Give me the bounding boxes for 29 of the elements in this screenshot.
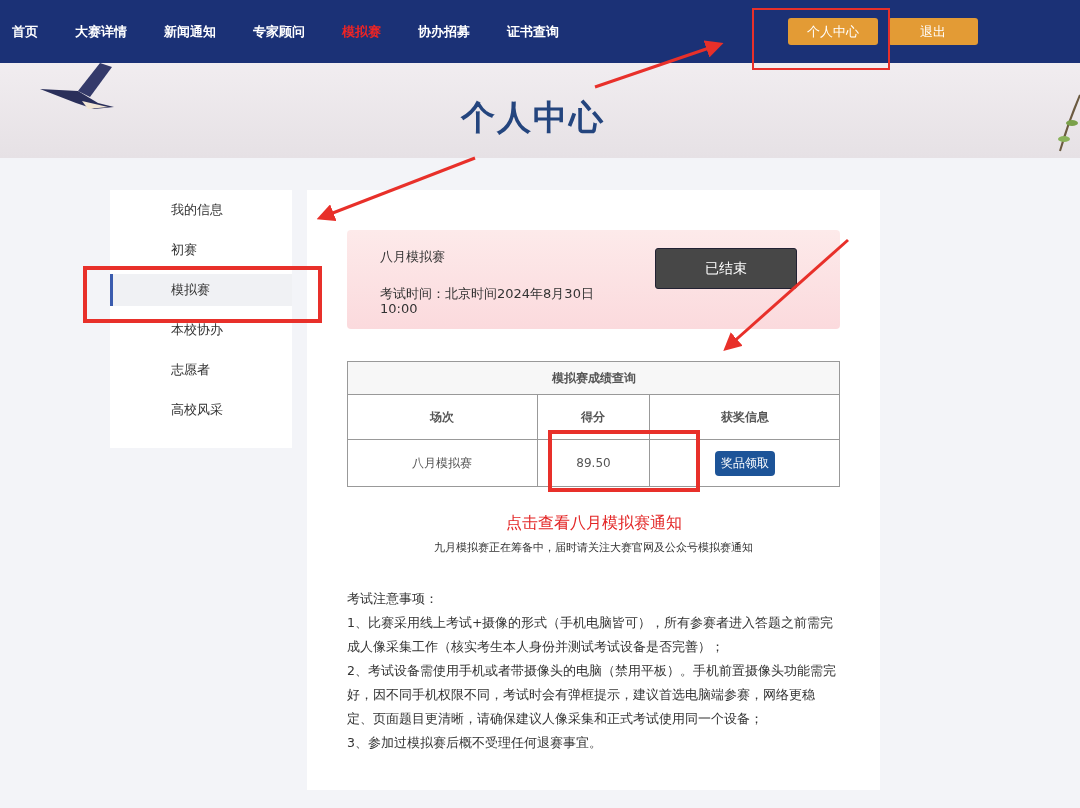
table-title: 模拟赛成绩查询 <box>347 361 840 395</box>
column-header: 得分 <box>537 394 650 440</box>
sidebar-item[interactable]: 初赛 <box>110 234 292 266</box>
nav-link[interactable]: 协办招募 <box>418 22 470 41</box>
table-cell: 89.50 <box>537 439 650 487</box>
column-header: 场次 <box>347 394 538 440</box>
rule-paragraph: 3、参加过模拟赛后概不受理任何退赛事宜。 <box>347 734 603 752</box>
notice-link[interactable]: 点击查看八月模拟赛通知 <box>505 513 682 532</box>
nav-link[interactable]: 新闻通知 <box>164 22 216 41</box>
sidebar-item[interactable]: 本校协办 <box>110 314 292 346</box>
sidebar-item[interactable]: 志愿者 <box>110 354 292 386</box>
sidebar-item[interactable]: 模拟赛 <box>110 274 292 306</box>
nav-link[interactable]: 专家顾问 <box>253 22 305 41</box>
nav-link[interactable]: 首页 <box>12 22 38 41</box>
notice-text: 九月模拟赛正在筹备中，届时请关注大赛官网及公众号模拟赛通知 <box>433 540 754 555</box>
sidebar-item[interactable]: 高校风采 <box>110 394 292 426</box>
nav-link[interactable]: 大赛详情 <box>75 22 127 41</box>
sidebar-item[interactable]: 我的信息 <box>110 194 292 226</box>
exam-time: 考试时间：北京时间2024年8月30日10:00 <box>380 286 595 316</box>
table-cell: 八月模拟赛 <box>347 439 538 487</box>
column-header: 获奖信息 <box>649 394 840 440</box>
nav-link[interactable]: 证书查询 <box>507 22 559 41</box>
rules-heading: 考试注意事项： <box>347 590 439 608</box>
page-title: 个人中心 <box>460 96 605 139</box>
rule-paragraph: 1、比赛采用线上考试+摄像的形式（手机电脑皆可），所有参赛者进入答题之前需完成人像采集工作（核实考生本人身份并测试考试设备是否完善）； <box>347 614 835 656</box>
claim-prize-button[interactable]: 奖品领取 <box>714 450 775 476</box>
exam-name: 八月模拟赛 <box>380 248 446 266</box>
status-button[interactable]: 已结束 <box>655 248 797 289</box>
rule-paragraph: 2、考试设备需使用手机或者带摄像头的电脑（禁用平板）。手机前置摄像头功能需完好，因不同手机权限不同，考试时会有弹框提示，建议首选电脑端参赛，网络更稳定、页面题目更清晰，请确保建议人像采集和正式考试使用同一个设备； <box>347 662 837 728</box>
